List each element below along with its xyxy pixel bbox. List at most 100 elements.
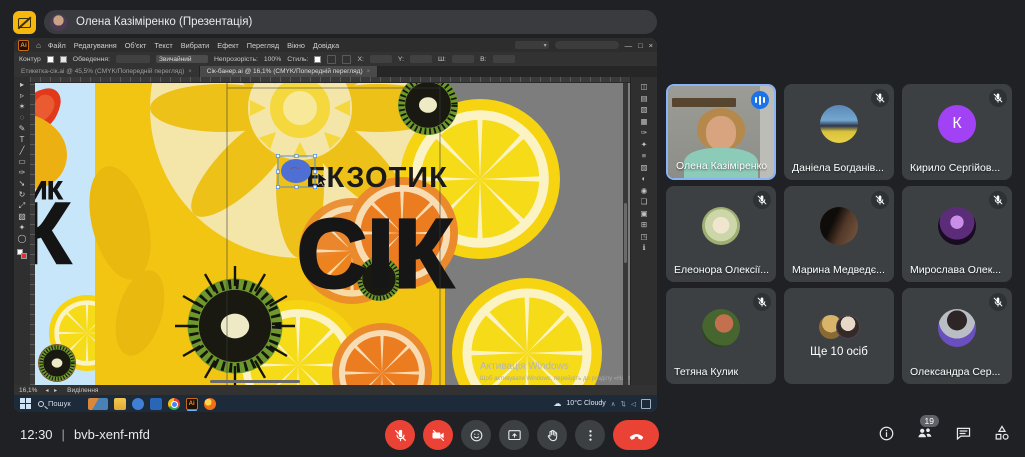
chat-button[interactable] [955, 425, 972, 442]
menu-file[interactable]: Файл [48, 41, 66, 50]
document-tab-active[interactable]: Сік-банер.ai @ 16,1% (CMYK/Попередній пе… [199, 66, 379, 77]
type-tool[interactable]: T [20, 135, 25, 145]
gradient-tool[interactable]: ▨ [18, 212, 26, 222]
canvas-vertical-scrollbar[interactable] [623, 83, 628, 385]
panel-icon-brushes[interactable]: ✑ [641, 129, 647, 137]
zoom-tool[interactable]: ◯ [18, 234, 27, 244]
reactions-button[interactable] [461, 420, 491, 450]
menu-help[interactable]: Довідка [313, 41, 339, 50]
presenting-stopped-indicator[interactable] [13, 11, 36, 34]
participant-tile-olena[interactable]: Олена Казіміренко [666, 84, 776, 180]
tab-close-icon[interactable]: × [367, 69, 371, 75]
participant-tile[interactable]: Тетяна Кулик [666, 288, 776, 384]
tray-volume-icon[interactable]: ◁ [631, 400, 636, 408]
magic-wand-tool[interactable]: ✶ [19, 102, 26, 112]
panel-icon-info[interactable]: ℹ [643, 244, 646, 252]
participants-button[interactable]: 19 [916, 415, 939, 442]
menu-view[interactable]: Перегляд [247, 41, 279, 50]
fill-stroke-wells[interactable] [17, 249, 27, 259]
zoom-level-select[interactable]: 16,1% [19, 387, 37, 394]
menu-type[interactable]: Текст [154, 41, 172, 50]
panel-icon-stroke[interactable]: ≡ [642, 152, 646, 160]
tab-close-icon[interactable]: × [188, 69, 192, 75]
menu-select[interactable]: Вибрати [181, 41, 210, 50]
help-search-field[interactable] [554, 41, 619, 49]
panel-icon-swatches[interactable]: ▦ [640, 117, 647, 126]
raise-hand-button[interactable] [537, 420, 567, 450]
weather-widget-icon[interactable] [87, 397, 108, 410]
workspace-dropdown[interactable]: ▾ [514, 41, 549, 49]
taskbar-search[interactable]: Пошук [38, 399, 71, 408]
overflow-participants-tile[interactable]: Ще 10 осіб [784, 288, 894, 384]
preferences-button[interactable] [342, 54, 352, 64]
y-field[interactable] [409, 55, 432, 63]
close-button[interactable]: × [649, 41, 653, 50]
scale-tool[interactable]: ⤢ [19, 201, 25, 211]
present-button[interactable] [499, 420, 529, 450]
store-icon[interactable] [149, 397, 162, 410]
opacity-value[interactable]: 100% [264, 56, 281, 63]
chrome-icon[interactable] [167, 397, 180, 410]
panel-icon-appearance[interactable]: ◉ [641, 186, 648, 195]
shared-screen-tile[interactable]: Ai ⌂ Файл Редагування Об'єкт Текст Вибрати Еф… [14, 38, 657, 412]
line-tool[interactable]: ╱ [20, 146, 25, 156]
menu-edit[interactable]: Редагування [74, 41, 117, 50]
presentation-label-pill[interactable]: Олена Казіміренко (Презентація) [44, 10, 657, 34]
panel-icon-align[interactable]: ⊞ [641, 221, 647, 229]
panel-icon-transparency[interactable]: ◐ [642, 175, 647, 183]
action-center-icon[interactable] [641, 398, 651, 409]
illustrator-canvas[interactable]: ЕКЗОТИК СІК ТИК К [30, 83, 630, 385]
meeting-details-button[interactable] [878, 425, 895, 442]
fill-swatch[interactable] [46, 55, 54, 63]
height-field[interactable] [492, 55, 515, 63]
blend-mode-select[interactable]: Звичайний [155, 55, 208, 63]
artboard-nav-arrows[interactable]: ◂ ▸ [45, 387, 59, 394]
more-options-button[interactable] [575, 420, 605, 450]
menu-object[interactable]: Об'єкт [125, 41, 147, 50]
minimize-button[interactable]: — [625, 41, 633, 50]
x-field[interactable] [369, 55, 392, 63]
document-tab[interactable]: Етикетка-сік.ai @ 45,5% (CMYK/Попередній… [14, 66, 200, 77]
activities-button[interactable] [993, 424, 1011, 442]
participant-tile[interactable]: Олександра Сер... [902, 288, 1012, 384]
weather-cloud-icon[interactable]: ☁ [553, 399, 561, 408]
participant-tile[interactable]: Даніела Богданів... [784, 84, 894, 180]
end-call-button[interactable] [613, 420, 659, 450]
firefox-icon[interactable] [203, 397, 216, 410]
canvas-horizontal-scrollbar[interactable] [30, 379, 623, 384]
paintbrush-tool[interactable]: ✑ [19, 168, 26, 178]
panel-icon-color[interactable]: ▧ [640, 106, 647, 114]
eyedropper-tool[interactable]: ✦ [19, 223, 26, 233]
home-icon[interactable]: ⌂ [36, 41, 41, 50]
participant-tile[interactable]: Марина Медведє... [784, 186, 894, 282]
panel-icon-pathfinder[interactable]: ◳ [640, 232, 647, 241]
edge-icon[interactable] [131, 397, 144, 410]
panel-icon-artboards[interactable]: ▣ [640, 209, 647, 218]
menu-window[interactable]: Вікно [287, 41, 305, 50]
style-swatch[interactable] [314, 55, 322, 63]
direct-selection-tool[interactable]: ▹ [20, 91, 24, 101]
maximize-button[interactable]: □ [638, 41, 643, 50]
rotate-tool[interactable]: ↻ [19, 190, 26, 200]
pen-tool[interactable]: ✎ [19, 124, 26, 134]
tray-network-icon[interactable]: ⇅ [621, 400, 626, 408]
stroke-swatch[interactable] [59, 55, 67, 63]
panel-icon-libraries[interactable]: ▤ [640, 94, 647, 103]
mic-toggle-button[interactable] [385, 420, 415, 450]
participant-tile[interactable]: К Кирило Сергійов... [902, 84, 1012, 180]
panel-icon-gradient[interactable]: ▨ [640, 163, 647, 172]
illustrator-taskbar-icon[interactable]: Ai [185, 397, 198, 410]
panel-icon-properties[interactable]: ◫ [640, 83, 647, 91]
rectangle-tool[interactable]: ▭ [18, 157, 26, 167]
panel-icon-symbols[interactable]: ✦ [641, 140, 647, 149]
tray-expand-icon[interactable]: ∧ [611, 400, 616, 408]
width-field[interactable] [452, 55, 475, 63]
camera-toggle-button[interactable] [423, 420, 453, 450]
start-button[interactable] [20, 398, 31, 409]
participant-tile[interactable]: Мирослава Олек... [902, 186, 1012, 282]
selection-tool[interactable]: ▸ [20, 80, 24, 90]
lasso-tool[interactable]: ◌ [20, 113, 25, 123]
menu-effect[interactable]: Ефект [217, 41, 239, 50]
pencil-tool[interactable]: ➘ [19, 179, 26, 189]
panel-icon-layers[interactable]: ❏ [641, 198, 648, 206]
